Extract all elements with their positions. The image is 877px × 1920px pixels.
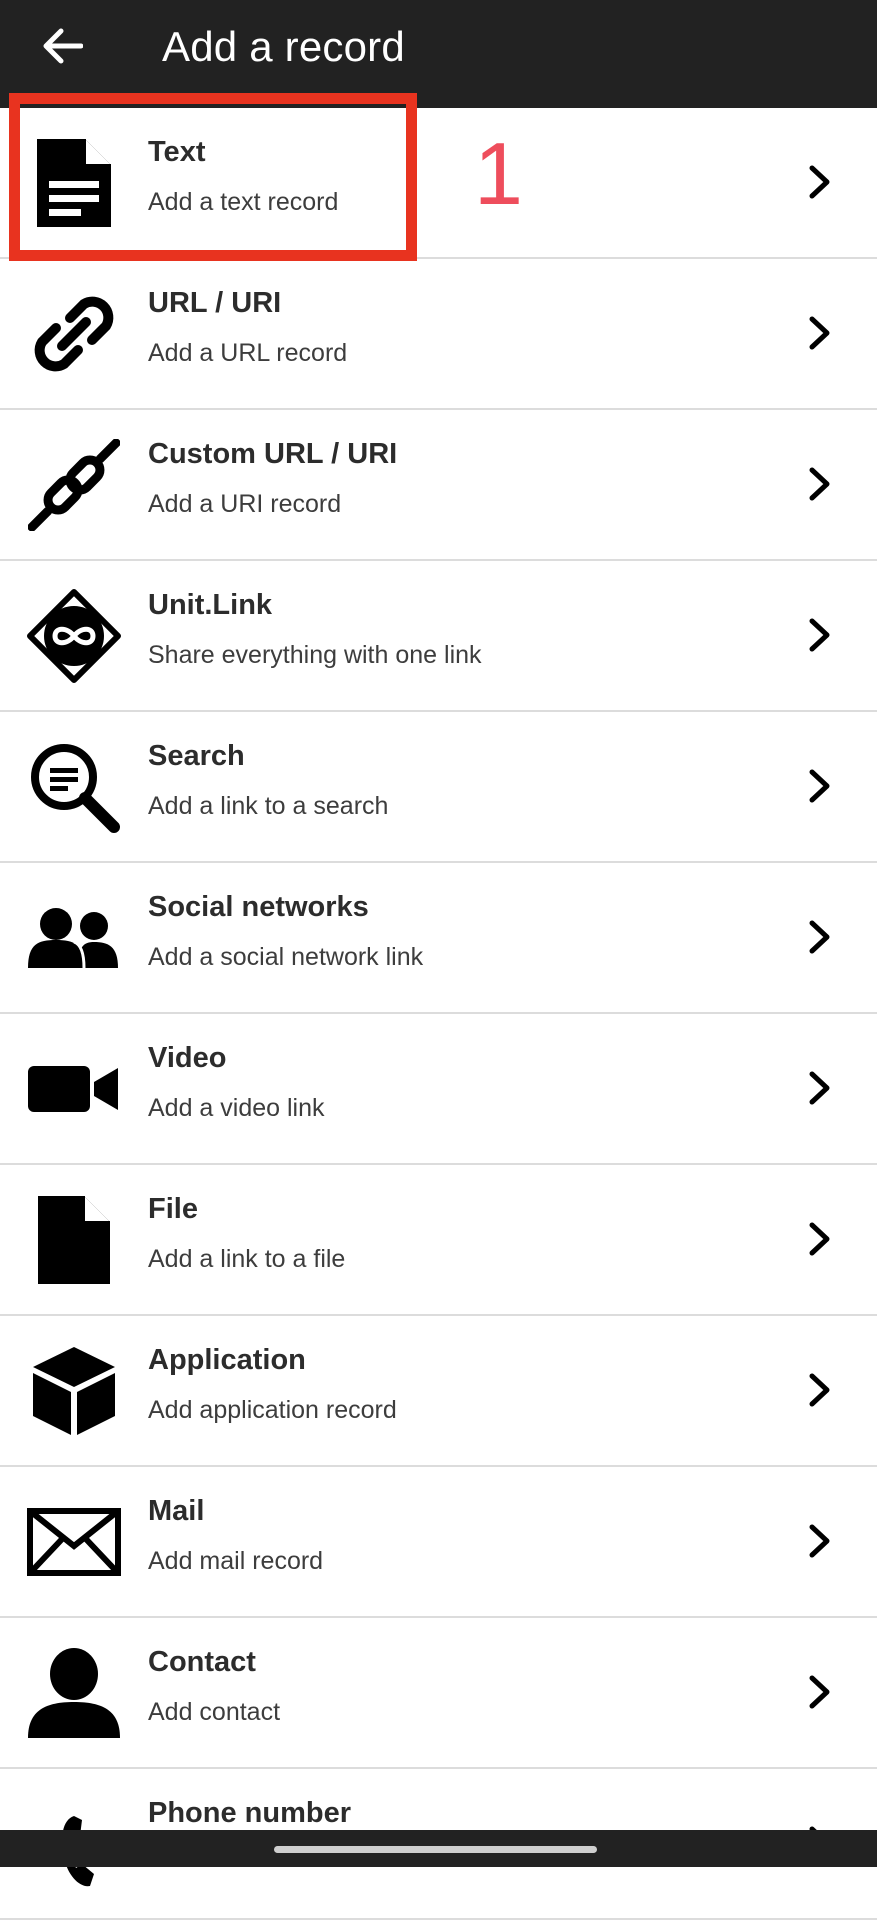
list-item-url[interactable]: URL / URI Add a URL record bbox=[0, 259, 877, 410]
home-gesture-handle[interactable] bbox=[274, 1846, 597, 1853]
list-item-contact[interactable]: Contact Add contact bbox=[0, 1618, 877, 1769]
item-title: Text bbox=[148, 136, 206, 168]
chevron-right-icon bbox=[804, 1219, 836, 1259]
list-item-text[interactable]: Text Add a text record bbox=[0, 108, 877, 259]
item-subtitle: Add a social network link bbox=[148, 943, 424, 971]
list-item-search[interactable]: Search Add a link to a search bbox=[0, 712, 877, 863]
item-title: Social networks bbox=[148, 891, 369, 923]
item-title: Search bbox=[148, 740, 245, 772]
item-title: Contact bbox=[148, 1646, 256, 1678]
list-item-file[interactable]: File Add a link to a file bbox=[0, 1165, 877, 1316]
video-camera-icon bbox=[22, 1042, 126, 1136]
list-item-mail[interactable]: Mail Add mail record bbox=[0, 1467, 877, 1618]
item-title: Mail bbox=[148, 1495, 205, 1527]
chevron-right-icon bbox=[804, 766, 836, 806]
back-button[interactable] bbox=[30, 14, 94, 78]
page-title: Add a record bbox=[162, 23, 405, 70]
infinity-badge-icon bbox=[22, 589, 126, 683]
chevron-right-icon bbox=[804, 1370, 836, 1410]
chevron-right-icon bbox=[804, 1068, 836, 1108]
chevron-right-icon bbox=[804, 615, 836, 655]
item-subtitle: Add a link to a file bbox=[148, 1245, 346, 1273]
item-title: Unit.Link bbox=[148, 589, 273, 621]
file-icon bbox=[22, 1193, 126, 1287]
system-navigation-bar bbox=[0, 1830, 877, 1867]
item-subtitle: Share everything with one link bbox=[148, 641, 482, 669]
person-icon bbox=[22, 1646, 126, 1740]
item-subtitle: Add a text record bbox=[148, 188, 339, 216]
item-subtitle: Add a video link bbox=[148, 1094, 325, 1122]
item-title: Application bbox=[148, 1344, 306, 1376]
list-item-custom-url[interactable]: Custom URL / URI Add a URI record bbox=[0, 410, 877, 561]
magnifier-icon bbox=[22, 740, 126, 834]
chevron-right-icon bbox=[804, 464, 836, 504]
chevron-right-icon bbox=[804, 162, 836, 202]
chevron-right-icon bbox=[804, 313, 836, 353]
list-item-application[interactable]: Application Add application record bbox=[0, 1316, 877, 1467]
document-icon bbox=[22, 136, 126, 230]
people-icon bbox=[22, 891, 126, 985]
envelope-icon bbox=[22, 1495, 126, 1589]
item-title: File bbox=[148, 1193, 198, 1225]
app-bar: Add a record bbox=[0, 0, 877, 108]
link-icon bbox=[22, 287, 126, 381]
chain-link-icon bbox=[22, 438, 126, 532]
item-subtitle: Add application record bbox=[148, 1396, 397, 1424]
item-title: Custom URL / URI bbox=[148, 438, 398, 470]
item-title: Video bbox=[148, 1042, 227, 1074]
item-subtitle: Add mail record bbox=[148, 1547, 324, 1575]
item-subtitle: Add a URL record bbox=[148, 339, 348, 367]
chevron-right-icon bbox=[804, 1521, 836, 1561]
list-item-social-networks[interactable]: Social networks Add a social network lin… bbox=[0, 863, 877, 1014]
item-subtitle: Add contact bbox=[148, 1698, 281, 1726]
item-title: URL / URI bbox=[148, 287, 282, 319]
list-item-unit-link[interactable]: Unit.Link Share everything with one link bbox=[0, 561, 877, 712]
item-title: Phone number bbox=[148, 1797, 352, 1829]
record-type-list: Text Add a text record URL / URI Add a U… bbox=[0, 108, 877, 1920]
arrow-left-icon bbox=[43, 28, 83, 64]
item-subtitle: Add a URI record bbox=[148, 490, 342, 518]
list-item-video[interactable]: Video Add a video link bbox=[0, 1014, 877, 1165]
chevron-right-icon bbox=[804, 917, 836, 957]
chevron-right-icon bbox=[804, 1672, 836, 1712]
cube-icon bbox=[22, 1344, 126, 1438]
item-subtitle: Add a link to a search bbox=[148, 792, 389, 820]
